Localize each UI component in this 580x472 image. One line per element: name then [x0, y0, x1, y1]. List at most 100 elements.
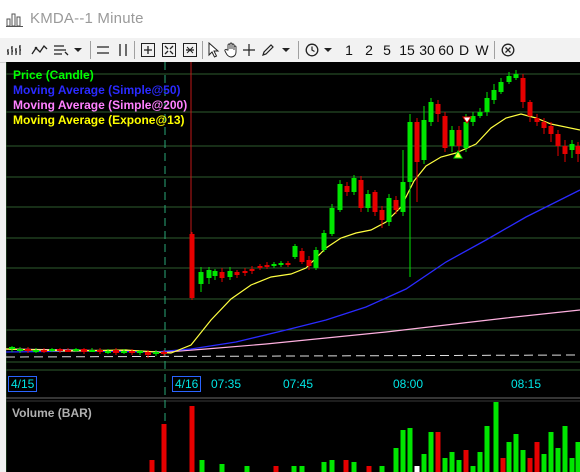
volume-bar — [569, 458, 575, 472]
candle-body — [344, 186, 350, 192]
volume-bar — [414, 466, 420, 472]
candle-body — [25, 349, 31, 351]
candle-body — [212, 271, 218, 276]
candle-body — [321, 233, 327, 250]
volume-bar — [321, 462, 327, 472]
candle-body — [313, 250, 319, 268]
crosshair-icon[interactable] — [241, 40, 257, 60]
candle-body — [285, 263, 291, 265]
candle-body — [372, 192, 378, 212]
signal-marker-up — [453, 149, 463, 159]
dropdown-arrow-icon[interactable] — [72, 40, 84, 60]
legend-price: Price (Candle) — [13, 68, 94, 82]
toolbar-separator — [202, 41, 203, 59]
volume-bar — [463, 450, 469, 472]
volume-bar — [291, 466, 297, 472]
volume-bar — [548, 432, 554, 472]
interval-daily-button[interactable]: D — [457, 40, 471, 60]
candle-body — [33, 350, 39, 352]
candle-body — [105, 351, 111, 353]
volume-bar — [513, 434, 519, 472]
candle-body — [41, 350, 47, 352]
time-label-0745: 07:45 — [283, 377, 314, 391]
volume-bar — [575, 442, 580, 472]
candle-body — [121, 351, 127, 353]
window-title: KMDA--1 Minute — [30, 10, 144, 27]
volume-bars — [149, 402, 580, 472]
candle-body — [569, 144, 575, 150]
volume-panel-title: Volume (BAR) — [12, 406, 92, 420]
candle-body — [435, 104, 441, 114]
volume-bar — [273, 466, 279, 472]
bar-style-icon[interactable] — [6, 40, 24, 60]
clock-icon[interactable] — [304, 40, 320, 60]
price-chart[interactable]: Price (Candle) Moving Average (Simple@50… — [6, 62, 580, 472]
candle-body — [49, 349, 55, 351]
volume-bar — [541, 454, 547, 472]
legend-ema13: Moving Average (Expone@13) — [13, 113, 185, 127]
candle-body — [242, 271, 248, 273]
candle-body — [129, 351, 135, 353]
volume-bar — [506, 442, 512, 472]
candle-body — [442, 116, 448, 148]
candle-body — [97, 350, 103, 352]
candle-body — [498, 82, 504, 92]
pointer-icon[interactable] — [206, 40, 222, 60]
candle-body — [65, 350, 71, 352]
candle-body — [562, 146, 568, 154]
candle-body — [456, 130, 462, 146]
candle-body — [421, 120, 427, 160]
candle-body — [477, 112, 483, 116]
candle-body — [491, 90, 497, 100]
volume-bar — [329, 460, 335, 472]
candle-body — [137, 351, 143, 353]
interval-30-button[interactable]: 30 — [417, 40, 437, 60]
candle-body — [89, 350, 95, 352]
dropdown-arrow-icon[interactable] — [280, 40, 292, 60]
draw-style-icon[interactable] — [30, 40, 50, 60]
interval-15-button[interactable]: 15 — [397, 40, 417, 60]
zoom-fit-icon[interactable] — [160, 40, 178, 60]
candle-body — [555, 134, 561, 146]
date-label-4-16: 4/16 — [172, 376, 202, 392]
interval-2-button[interactable]: 2 — [362, 40, 376, 60]
volume-bar — [343, 460, 349, 472]
candle-body — [278, 263, 284, 265]
interval-5-button[interactable]: 5 — [380, 40, 394, 60]
reference-dashed-line — [6, 354, 580, 358]
zoom-out-icon[interactable] — [181, 40, 199, 60]
window-title-bar: KMDA--1 Minute — [0, 0, 580, 38]
volume-bar — [244, 466, 250, 472]
interval-1-button[interactable]: 1 — [342, 40, 356, 60]
legend-sma200: Moving Average (Simple@200) — [13, 98, 188, 112]
horizontal-lines-icon[interactable] — [95, 40, 111, 60]
zoom-in-icon[interactable] — [139, 40, 157, 60]
candle-body — [414, 122, 420, 162]
volume-bar — [456, 460, 462, 472]
volume-bar — [442, 458, 448, 472]
interval-60-button[interactable]: 60 — [436, 40, 456, 60]
candle-body — [17, 349, 23, 351]
vertical-lines-icon[interactable] — [116, 40, 130, 60]
candle-body — [379, 210, 385, 220]
dropdown-arrow-icon[interactable] — [322, 40, 334, 60]
candle-body — [527, 102, 533, 116]
chart-bars-icon — [6, 13, 23, 27]
volume-bar — [400, 430, 406, 472]
volume-bar — [555, 448, 561, 472]
candle-body — [306, 260, 312, 266]
candle-body — [365, 194, 371, 208]
candle-body — [57, 349, 63, 351]
pencil-icon[interactable] — [260, 40, 276, 60]
hand-pan-icon[interactable] — [223, 40, 239, 60]
close-circle-icon[interactable] — [500, 40, 516, 60]
volume-bar — [500, 458, 506, 472]
volume-bar — [477, 452, 483, 472]
line-style-icon[interactable] — [52, 40, 70, 60]
candle-body — [161, 352, 167, 354]
volume-bar — [520, 450, 526, 472]
interval-weekly-button[interactable]: W — [474, 40, 490, 60]
candle-body — [484, 98, 490, 112]
candle-body — [548, 126, 554, 134]
volume-bar — [435, 432, 441, 472]
